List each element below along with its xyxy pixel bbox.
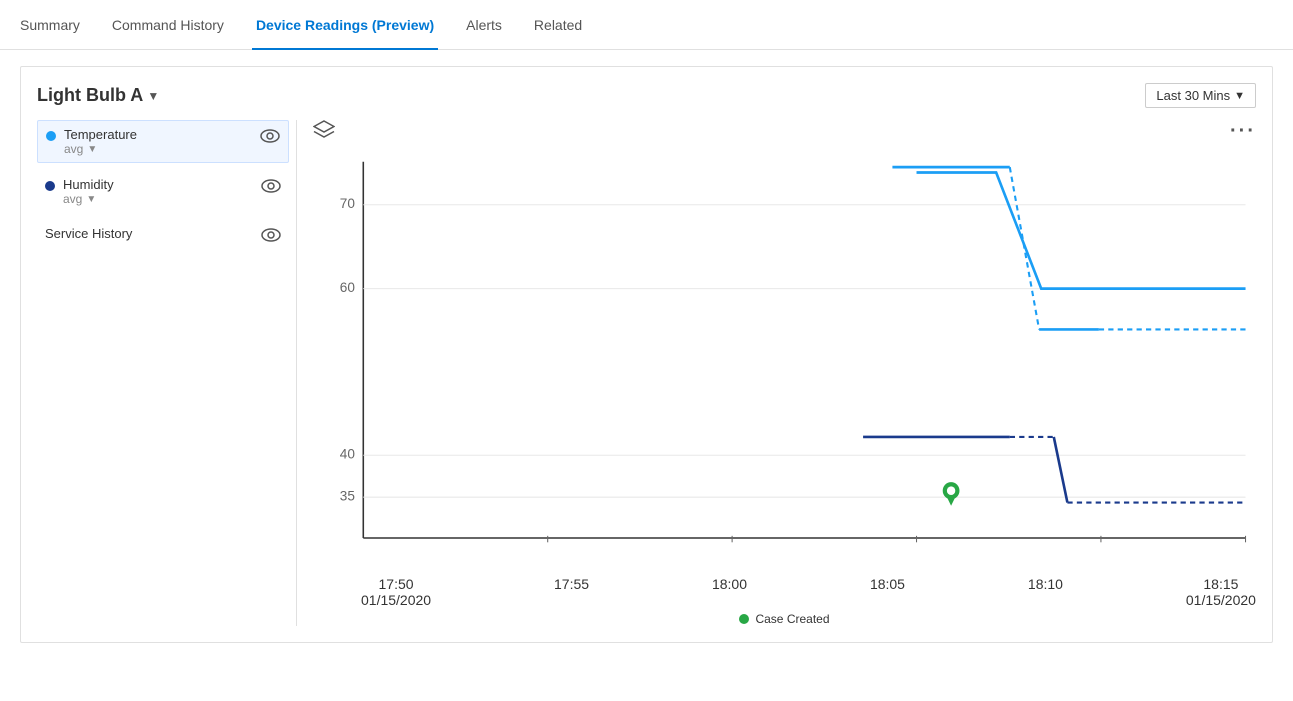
svg-text:70: 70	[340, 196, 355, 211]
humidity-solid-drop	[1054, 437, 1068, 503]
temperature-label: Temperature	[64, 127, 252, 142]
x-label-1800: 18:00	[712, 576, 747, 608]
case-created-marker	[943, 482, 960, 506]
temperature-visibility-toggle[interactable]	[260, 129, 280, 148]
humidity-dot-icon	[45, 181, 55, 191]
x-label-1810: 18:10	[1028, 576, 1063, 608]
humidity-visibility-toggle[interactable]	[261, 179, 281, 198]
x-label-1805: 18:05	[870, 576, 905, 608]
service-history-label: Service History	[45, 226, 253, 241]
case-created-label: Case Created	[755, 612, 829, 626]
legend-panel: Temperature avg ▼	[37, 120, 297, 626]
legend-item-temperature[interactable]: Temperature avg ▼	[37, 120, 289, 163]
temperature-line-solid	[917, 173, 1246, 289]
card-header: Light Bulb A ▼ Last 30 Mins ▼	[37, 83, 1256, 108]
temperature-aggregation: avg ▼	[64, 142, 252, 156]
x-label-1815: 18:15 01/15/2020	[1186, 576, 1256, 608]
legend-item-humidity[interactable]: Humidity avg ▼	[37, 171, 289, 212]
svg-text:60: 60	[340, 280, 355, 295]
case-created-dot-icon	[739, 614, 749, 624]
tab-alerts[interactable]: Alerts	[462, 1, 506, 50]
tab-command-history[interactable]: Command History	[108, 1, 228, 50]
device-readings-card: Light Bulb A ▼ Last 30 Mins ▼ Temperatur	[20, 66, 1273, 643]
legend-item-service-history[interactable]: Service History	[37, 220, 289, 253]
case-created-legend: Case Created	[313, 612, 1256, 626]
temperature-dot-icon	[46, 131, 56, 141]
svg-text:40: 40	[340, 446, 355, 461]
humidity-aggregation: avg ▼	[63, 192, 253, 206]
temperature-sub-caret-icon: ▼	[87, 144, 97, 155]
humidity-sub-caret-icon: ▼	[86, 194, 96, 205]
tab-related[interactable]: Related	[530, 1, 586, 50]
more-options-icon[interactable]: ···	[1230, 120, 1256, 143]
layers-icon[interactable]	[313, 120, 335, 143]
device-caret-icon: ▼	[147, 89, 159, 103]
device-title-button[interactable]: Light Bulb A ▼	[37, 85, 159, 106]
svg-text:35: 35	[340, 488, 355, 503]
tab-bar: Summary Command History Device Readings …	[0, 0, 1293, 50]
x-label-1755: 17:55	[554, 576, 589, 608]
chart-layout: Temperature avg ▼	[37, 120, 1256, 626]
humidity-label: Humidity	[63, 177, 253, 192]
page-container: Summary Command History Device Readings …	[0, 0, 1293, 701]
x-label-1750: 17:50 01/15/2020	[361, 576, 431, 608]
main-content: Light Bulb A ▼ Last 30 Mins ▼ Temperatur	[0, 50, 1293, 659]
chart-panel: ··· 70 60	[297, 120, 1256, 626]
chart-top-icons: ···	[313, 120, 1256, 143]
tab-summary[interactable]: Summary	[16, 1, 84, 50]
chart-svg-container: 70 60 40 35	[313, 151, 1256, 626]
main-chart-svg: 70 60 40 35	[313, 151, 1256, 581]
time-range-dropdown[interactable]: Last 30 Mins ▼	[1145, 83, 1256, 108]
time-range-caret-icon: ▼	[1234, 90, 1245, 102]
temp-dashed-drop	[1010, 167, 1039, 329]
service-history-visibility-toggle[interactable]	[261, 228, 281, 247]
tab-device-readings[interactable]: Device Readings (Preview)	[252, 1, 438, 50]
